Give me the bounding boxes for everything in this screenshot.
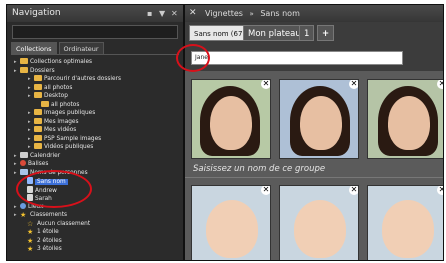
breadcrumb: Vignettes » Sans nom bbox=[205, 5, 300, 23]
group-name-prompt[interactable]: Saisissez un nom de ce groupe bbox=[193, 164, 325, 174]
tree-item-label: Classements bbox=[30, 212, 67, 218]
tree-item[interactable]: ▸ all photos bbox=[7, 83, 183, 93]
navigation-header: Navigation ▪ ▼ ✕ bbox=[7, 5, 183, 22]
thumbnails-toolbar: Sans nom (67) Mon plateau 1 + bbox=[185, 25, 443, 43]
folder-icon bbox=[20, 58, 28, 64]
tree-item-label: 1 étoile bbox=[37, 229, 59, 235]
highlight-ellipse bbox=[176, 44, 210, 72]
folder-icon bbox=[34, 92, 42, 98]
face-thumbnail[interactable]: ✕ bbox=[367, 185, 443, 260]
heart-icon bbox=[20, 160, 26, 166]
folder-icon bbox=[34, 143, 42, 149]
navigation-panel: Navigation ▪ ▼ ✕ Collections Ordinateur … bbox=[6, 4, 184, 261]
face-thumbnail[interactable]: ✕ bbox=[279, 185, 359, 260]
tree-item[interactable]: ▸ ★ Classements bbox=[7, 211, 183, 220]
tree-item[interactable]: all photos bbox=[7, 100, 183, 110]
tree-item[interactable]: ▸ Images publiques bbox=[7, 109, 183, 118]
navigation-tree: ▸ Collections optimales ▸ Dossiers ▸ Parcouri… bbox=[7, 58, 183, 254]
tree-item[interactable]: ▸ Desktop bbox=[7, 92, 183, 101]
tree-item-label: Calendrier bbox=[30, 152, 61, 159]
tray-count-badge: 1 bbox=[299, 25, 315, 41]
pin-icon[interactable]: ▪ bbox=[147, 5, 152, 22]
folder-icon bbox=[34, 117, 42, 124]
tree-item[interactable]: ▸ PSP Sample images bbox=[7, 134, 183, 144]
tab-ordinateur[interactable]: Ordinateur bbox=[58, 42, 104, 54]
tree-item-label: Collections optimales bbox=[30, 59, 93, 65]
tree-item[interactable]: ▸ Mes vidéos bbox=[7, 126, 183, 135]
tree-item-label: all photos bbox=[44, 84, 73, 91]
navigation-tabs: Collections Ordinateur bbox=[11, 42, 179, 55]
tree-item-label: Desktop bbox=[44, 93, 68, 99]
tree-item-label: Images publiques bbox=[44, 110, 96, 116]
tab-collections[interactable]: Collections bbox=[11, 42, 57, 54]
tree-item[interactable]: ☆ Aucun classement bbox=[7, 220, 183, 229]
face-thumbnail[interactable]: ✕ bbox=[191, 79, 271, 159]
tree-item-label: all photos bbox=[51, 101, 80, 108]
folder-icon bbox=[41, 100, 49, 107]
tree-item[interactable]: ▸ Parcourir d'autres dossiers bbox=[7, 75, 183, 84]
tree-item-label: Vidéos publiques bbox=[44, 144, 94, 150]
calendar-icon bbox=[20, 151, 28, 158]
highlight-ellipse bbox=[16, 170, 92, 208]
face-thumbnail[interactable]: ✕ bbox=[279, 79, 359, 159]
folder-icon bbox=[34, 75, 42, 81]
panel-menu-icon[interactable]: ▼ bbox=[159, 5, 165, 22]
tree-item[interactable]: ▸ Dossiers bbox=[7, 66, 183, 76]
location-icon bbox=[20, 202, 26, 209]
thumbnail-grid: ✕ ✕ ✕ Saisissez un nom de ce groupe ✕ ✕ … bbox=[185, 71, 443, 260]
folder-icon bbox=[34, 109, 42, 115]
tree-item[interactable]: ▸ Balises bbox=[7, 160, 183, 169]
folder-icon bbox=[34, 134, 42, 141]
remove-icon[interactable]: ✕ bbox=[437, 80, 443, 89]
star-icon: ★ bbox=[27, 245, 34, 253]
group-divider bbox=[185, 177, 443, 178]
remove-icon[interactable]: ✕ bbox=[349, 80, 358, 89]
remove-icon[interactable]: ✕ bbox=[349, 186, 358, 195]
tree-item-label: 3 étoiles bbox=[37, 246, 62, 252]
remove-icon[interactable]: ✕ bbox=[437, 186, 443, 195]
folder-icon bbox=[20, 66, 28, 73]
breadcrumb-sans-nom[interactable]: Sans nom bbox=[260, 9, 300, 18]
tree-item-label: Aucun classement bbox=[37, 220, 91, 227]
tree-item[interactable]: ▸ Calendrier bbox=[7, 151, 183, 161]
thumbnails-header: ✕ Vignettes » Sans nom bbox=[185, 5, 443, 22]
name-filter-input[interactable]: Jane bbox=[191, 51, 403, 65]
expand-arrow-icon[interactable]: ▸ bbox=[14, 203, 20, 212]
tree-item-label: Dossiers bbox=[30, 67, 55, 74]
remove-icon[interactable]: ✕ bbox=[261, 80, 270, 89]
tree-item-label: Parcourir d'autres dossiers bbox=[44, 76, 121, 82]
tree-item-label: Mes vidéos bbox=[44, 127, 77, 133]
tree-item-label: Balises bbox=[28, 161, 49, 167]
close-icon[interactable]: ✕ bbox=[171, 5, 178, 22]
navigation-title: Navigation bbox=[12, 8, 61, 18]
tab-sans-nom[interactable]: Sans nom (67) bbox=[189, 25, 251, 41]
tree-item-label: Mes images bbox=[44, 118, 79, 125]
folder-icon bbox=[34, 83, 42, 90]
tree-item-label: PSP Sample images bbox=[44, 135, 102, 142]
tree-item[interactable]: ★ 3 étoiles bbox=[7, 245, 183, 254]
tree-item[interactable]: ★ 2 étoiles bbox=[7, 237, 183, 246]
people-names-icon bbox=[20, 168, 28, 175]
tree-item[interactable]: ▸ Vidéos publiques bbox=[7, 143, 183, 152]
add-button[interactable]: + bbox=[317, 25, 335, 41]
navigation-search-input[interactable] bbox=[12, 25, 178, 39]
folder-icon bbox=[34, 126, 42, 132]
tree-item[interactable]: ★ 1 étoile bbox=[7, 228, 183, 237]
tray-button[interactable]: Mon plateau bbox=[243, 25, 306, 41]
tree-item[interactable]: ▸ Collections optimales bbox=[7, 58, 183, 67]
face-thumbnail[interactable]: ✕ bbox=[367, 79, 443, 159]
thumbnails-panel: ✕ Vignettes » Sans nom Sans nom (67) Mon… bbox=[184, 4, 444, 261]
breadcrumb-separator: » bbox=[249, 10, 254, 18]
remove-icon[interactable]: ✕ bbox=[261, 186, 270, 195]
breadcrumb-vignettes[interactable]: Vignettes bbox=[205, 9, 243, 18]
close-panel-icon[interactable]: ✕ bbox=[189, 5, 197, 22]
tree-item[interactable]: ▸ Mes images bbox=[7, 117, 183, 127]
face-thumbnail[interactable]: ✕ bbox=[191, 185, 271, 260]
tree-item-label: 2 étoiles bbox=[37, 237, 62, 244]
